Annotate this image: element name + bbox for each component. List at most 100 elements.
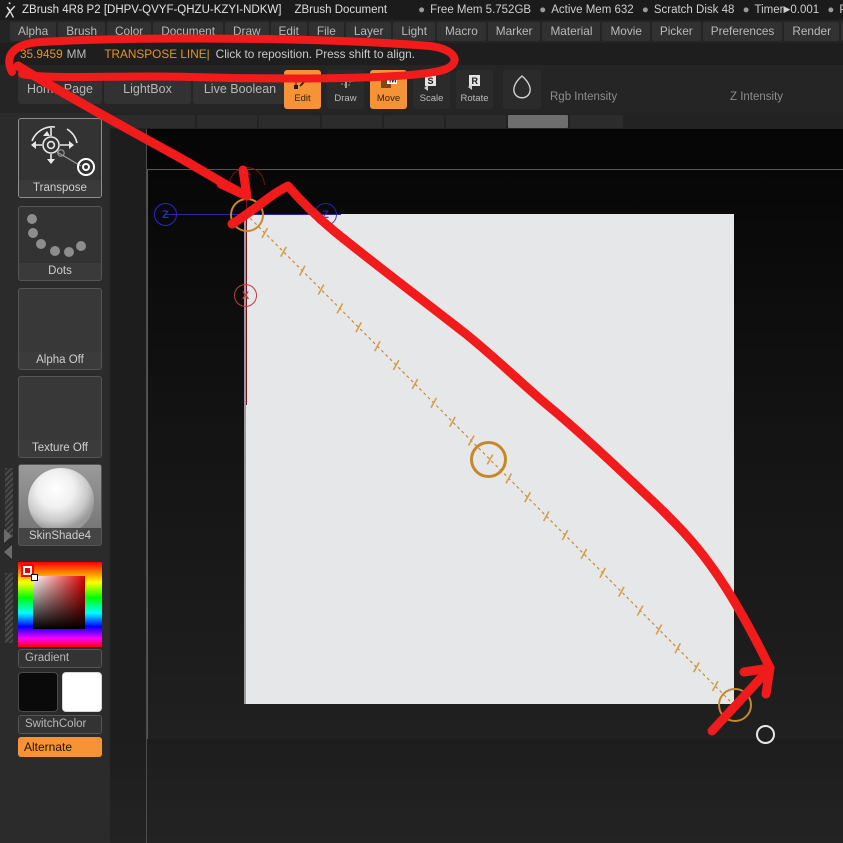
perspective-button[interactable] (503, 70, 541, 109)
menu-item-render[interactable]: Render (784, 22, 840, 41)
transpose-start-handle[interactable] (230, 198, 264, 232)
lightbox-button[interactable]: LightBox (104, 74, 191, 104)
transpose-end-handle[interactable] (718, 688, 752, 722)
menu-item-color[interactable]: Color (107, 22, 152, 41)
rotate-tool-label: Rotate (460, 93, 489, 104)
tab-segment[interactable] (570, 114, 623, 128)
alternate-button[interactable]: Alternate (18, 737, 102, 757)
sidebar-item-transpose[interactable]: Transpose (18, 118, 102, 198)
sidebar-item-texture[interactable]: Texture Off (18, 376, 102, 458)
material-label: SkinShade4 (19, 528, 101, 545)
edit-icon (292, 72, 314, 93)
menu-item-edit[interactable]: Edit (270, 22, 307, 41)
secondary-color-swatch[interactable] (62, 672, 102, 712)
menu-item-marker[interactable]: Marker (487, 22, 541, 41)
menu-item-macro[interactable]: Macro (436, 22, 486, 41)
color-position-marker (31, 574, 38, 581)
tab-segment[interactable] (197, 114, 257, 128)
texture-label: Texture Off (19, 440, 101, 457)
menu-item-layer[interactable]: Layer (345, 22, 392, 41)
zbrush-logo-icon (2, 1, 18, 19)
status-divider: | (206, 47, 210, 61)
document-title: ZBrush Document (294, 4, 388, 16)
menu-item-file[interactable]: File (308, 22, 344, 41)
scale-tool-button[interactable]: S Scale (413, 70, 450, 109)
switch-color-label: SwitchColor (18, 715, 102, 734)
color-sv-square[interactable] (33, 576, 85, 629)
stat-free-mem: ● Free Mem 5.752GB (418, 4, 532, 16)
menu-item-alpha[interactable]: Alpha (10, 22, 57, 41)
sidebar-item-material[interactable]: SkinShade4 (18, 464, 102, 546)
menu-item-brush[interactable]: Brush (58, 22, 106, 41)
z-intensity-slider[interactable]: Z Intensity (730, 91, 843, 103)
scale-icon: S (421, 72, 443, 93)
move-tool-label: Move (376, 93, 401, 104)
stat-scratch-disk: ● Scratch Disk 48 (641, 4, 735, 16)
switch-color-button[interactable]: SwitchColor (18, 715, 102, 734)
menu-item-draw[interactable]: Draw (225, 22, 269, 41)
stat-active-mem: ● Active Mem 632 (539, 4, 634, 16)
tab-segment[interactable] (259, 114, 320, 128)
zbrush-application-window: ZBrush 4R8 P2 [DHPV-QVYF-QHZU-KZYI-NDKW]… (0, 0, 843, 843)
shelf-scroll-right-icon[interactable] (4, 529, 12, 543)
menu-item-preferences[interactable]: Preferences (702, 22, 783, 41)
menu-item-document[interactable]: Document (153, 22, 223, 41)
sidebar-item-stroke[interactable]: Dots (18, 206, 102, 281)
app-title: ZBrush 4R8 P2 [DHPV-QVYF-QHZU-KZYI-NDKW] (22, 4, 282, 16)
edit-tool-button[interactable]: Edit (284, 70, 321, 109)
tab-segment[interactable] (384, 114, 444, 128)
perspective-icon (509, 73, 535, 106)
tab-segment[interactable] (446, 114, 506, 128)
menu-item-movie[interactable]: Movie (602, 22, 650, 41)
svg-text:R: R (471, 76, 478, 86)
menu-item-light[interactable]: Light (393, 22, 435, 41)
shelf-scroll-strip-upper[interactable] (5, 468, 13, 538)
color-swatches (18, 672, 102, 712)
status-mode: TRANSPOSE LINE (104, 47, 207, 61)
tab-segment[interactable] (322, 114, 382, 128)
rotate-tool-button[interactable]: R Rotate (456, 70, 493, 109)
palette-tab-strip (110, 113, 843, 129)
tab-segment[interactable] (110, 114, 195, 128)
rgb-intensity-label: Rgb Intensity (550, 91, 618, 103)
timer-arrow-icon: ▶ (783, 4, 791, 14)
draw-tool-button[interactable]: Draw (327, 70, 364, 109)
move-icon: M (378, 72, 400, 93)
draw-tool-label: Draw (334, 93, 357, 104)
left-shelf: Transpose Dots Alpha Off Texture Off Ski… (0, 113, 110, 843)
stroke-label: Dots (19, 263, 101, 280)
stat-polycount[interactable]: ●PolyCount▶ (822, 4, 843, 16)
status-unit: MM (66, 47, 87, 61)
rgb-intensity-slider[interactable]: Rgb Intensity (550, 91, 730, 103)
status-bar: 35.9459 MM TRANSPOSE LINE | Click to repo… (0, 43, 843, 65)
transpose-line[interactable] (110, 129, 843, 843)
edit-tool-label: Edit (294, 93, 311, 104)
svg-text:S: S (427, 76, 433, 86)
gradient-label: Gradient (18, 649, 102, 668)
live-boolean-button[interactable]: Live Boolean (193, 74, 287, 104)
brush-cursor (756, 725, 775, 744)
transpose-mid-handle[interactable] (470, 441, 507, 478)
home-page-button[interactable]: Home Page (18, 74, 102, 104)
move-tool-button[interactable]: M Move (370, 70, 407, 109)
menu-item-picker[interactable]: Picker (651, 22, 701, 41)
rotate-icon: R (464, 72, 486, 93)
shelf-scroll-left-icon[interactable] (4, 545, 12, 559)
draw-icon (335, 72, 357, 93)
shelf-scroll-strip-lower[interactable] (5, 573, 13, 643)
alpha-label: Alpha Off (19, 352, 101, 369)
sidebar-item-alpha[interactable]: Alpha Off (18, 288, 102, 370)
title-bar: ZBrush 4R8 P2 [DHPV-QVYF-QHZU-KZYI-NDKW]… (0, 0, 843, 20)
memory-stats: ● Free Mem 5.752GB ● Active Mem 632 ● Scrat… (413, 0, 843, 20)
canvas-viewport[interactable]: Z Z X (110, 129, 843, 843)
scale-tool-label: Scale (419, 93, 444, 104)
z-intensity-label: Z Intensity (730, 91, 784, 103)
tab-segment-active[interactable] (508, 114, 568, 128)
status-value: 35.9459 (20, 47, 63, 61)
menu-bar: Alpha Brush Color Document Draw Edit Fil… (0, 20, 843, 43)
primary-color-swatch[interactable] (18, 672, 58, 712)
menu-item-material[interactable]: Material (542, 22, 601, 41)
stat-timer[interactable]: ● Timer▶0.001 (738, 4, 820, 16)
color-picker[interactable] (18, 562, 102, 647)
gradient-button[interactable]: Gradient (18, 649, 102, 668)
